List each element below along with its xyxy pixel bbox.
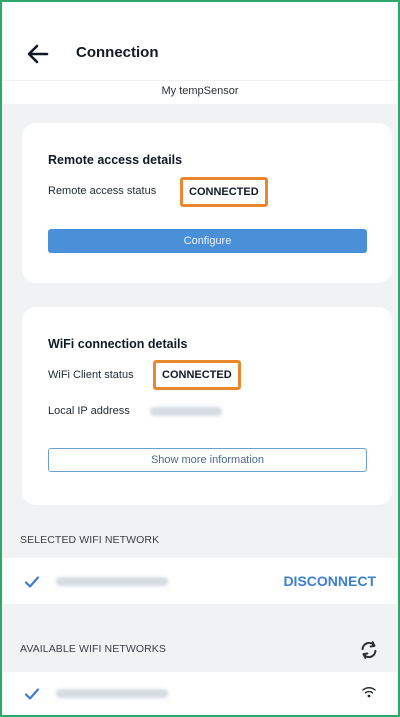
wifi-client-status-badge: CONNECTED [153,360,241,390]
device-name-bar: My tempSensor [2,80,398,104]
checkmark-icon [24,688,40,700]
wifi-connection-card: WiFi connection details WiFi Client stat… [22,307,392,505]
refresh-icon[interactable] [358,639,380,661]
remote-access-status-badge: CONNECTED [180,177,268,207]
page-title: Connection [76,44,159,61]
available-network-row[interactable] [2,672,398,715]
back-arrow-icon[interactable] [26,42,50,66]
selected-network-name-redacted [56,577,168,586]
wifi-signal-icon [362,686,376,698]
app-frame: Connection My tempSensor Remote access d… [0,0,400,717]
configure-button[interactable]: Configure [48,229,367,253]
local-ip-value-redacted [150,407,222,416]
remote-access-card: Remote access details Remote access stat… [22,123,392,283]
device-name: My tempSensor [161,85,239,97]
local-ip-label: Local IP address [48,405,130,417]
disconnect-button[interactable]: DISCONNECT [283,573,376,589]
available-wifi-section-label: AVAILABLE WIFI NETWORKS [20,643,167,655]
selected-network-row: DISCONNECT [2,558,398,604]
remote-access-status-label: Remote access status [48,185,157,197]
selected-wifi-section-label: SELECTED WIFI NETWORK [20,534,160,546]
wifi-connection-title: WiFi connection details [48,337,188,351]
wifi-client-status-label: WiFi Client status [48,369,134,381]
checkmark-icon [24,576,40,588]
remote-access-title: Remote access details [48,153,183,167]
available-network-name-redacted [56,689,168,698]
show-more-information-button[interactable]: Show more information [48,448,367,472]
app-header: Connection [2,2,398,80]
